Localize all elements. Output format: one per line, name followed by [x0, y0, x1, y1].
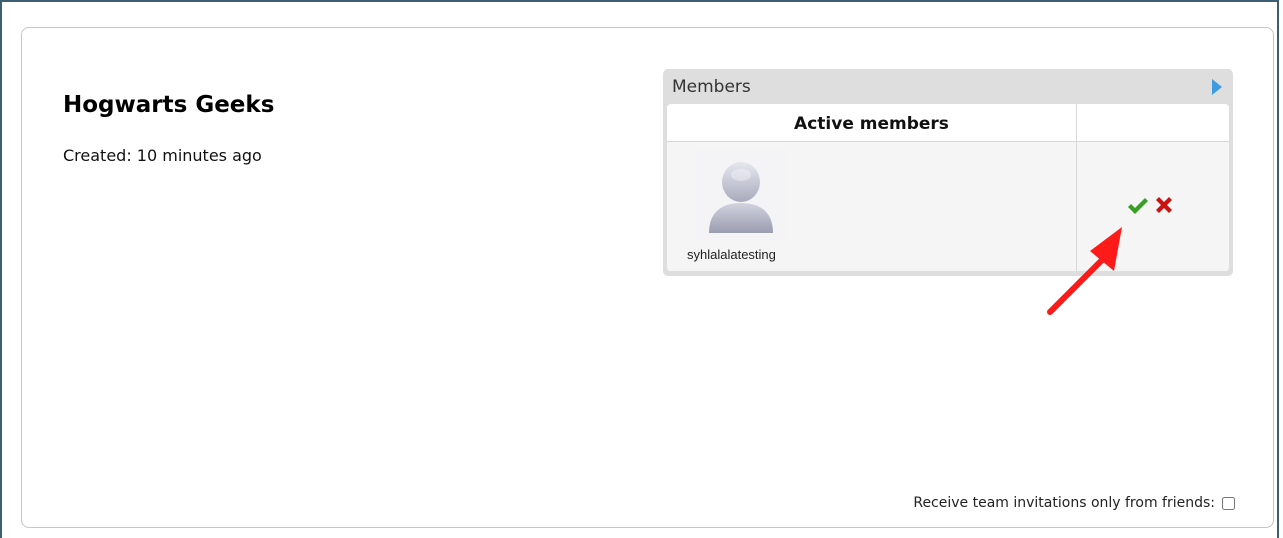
accept-icon[interactable]: [1127, 197, 1149, 215]
expand-arrow-icon[interactable]: [1212, 79, 1222, 95]
member-cell: syhlalalatesting: [667, 142, 1077, 271]
column-header-active-members: Active members: [667, 104, 1077, 142]
friends-invitation-checkbox[interactable]: [1222, 496, 1235, 510]
members-panel-title: Members: [672, 77, 751, 97]
team-name: Hogwarts Geeks: [63, 92, 275, 118]
member-username[interactable]: syhlalalatesting: [687, 247, 776, 262]
user-silhouette-icon: [709, 162, 773, 233]
friends-invitation-setting: Receive team invitations only from frien…: [913, 495, 1235, 511]
annotation-arrow-icon: [1047, 227, 1122, 315]
team-created-text: Created: 10 minutes ago: [63, 146, 262, 165]
friends-invitation-label: Receive team invitations only from frien…: [913, 495, 1215, 511]
reject-icon[interactable]: [1153, 194, 1175, 216]
column-header-actions: [1077, 104, 1229, 142]
avatar[interactable]: [695, 149, 787, 241]
